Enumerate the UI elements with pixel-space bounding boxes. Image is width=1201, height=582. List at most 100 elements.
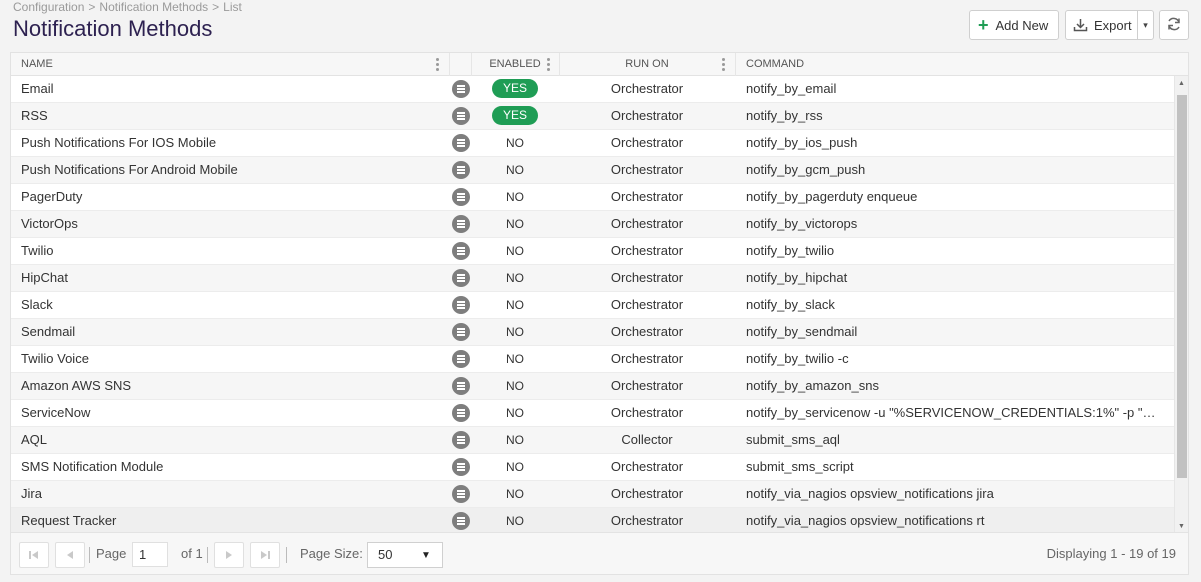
table-row[interactable]: ServiceNow NO Orchestrator notify_by_servic… [11,400,1174,427]
row-name[interactable]: PagerDuty [21,184,441,210]
column-header-command[interactable]: COMMAND [746,53,804,76]
hamburger-menu-icon [452,80,470,98]
column-header-enabled[interactable]: ENABLED [471,53,559,76]
table-row[interactable]: Push Notifications For IOS Mobile NO Orche… [11,130,1174,157]
row-enabled: NO [471,481,559,507]
export-button[interactable]: Export ▾ [1065,10,1154,40]
page-count-label: of 1 [181,546,203,561]
next-page-button[interactable] [214,542,244,568]
row-run-on: Orchestrator [610,243,684,258]
breadcrumb-item-notification-methods[interactable]: Notification Methods [99,0,208,14]
row-menu-button[interactable] [450,242,472,260]
page-size-label: Page Size: [300,546,363,561]
row-run-on: Orchestrator [610,513,684,528]
table-row[interactable]: PagerDuty NO Orchestrator notify_by_pagerdu… [11,184,1174,211]
column-header-name[interactable]: NAME [21,53,53,76]
row-name[interactable]: Push Notifications For Android Mobile [21,157,441,183]
row-name[interactable]: Twilio Voice [21,346,441,372]
row-menu-button[interactable] [450,377,472,395]
hamburger-menu-icon [452,134,470,152]
row-name[interactable]: Email [21,76,441,102]
table-row[interactable]: Email YES Orchestrator notify_by_email [11,76,1174,103]
row-command: notify_by_slack [746,297,835,312]
row-menu-button[interactable] [450,80,472,98]
table-row[interactable]: HipChat NO Orchestrator notify_by_hipchat [11,265,1174,292]
row-menu-button[interactable] [450,323,472,341]
caret-down-icon[interactable]: ▼ [410,543,442,567]
row-menu-button[interactable] [450,161,472,179]
row-run-on: Orchestrator [610,135,684,150]
column-header-run-on[interactable]: RUN ON [559,53,735,76]
vertical-scrollbar[interactable]: ▲ ▼ [1174,76,1188,532]
breadcrumb-separator: > [212,0,220,14]
row-name[interactable]: SMS Notification Module [21,454,441,480]
scrollbar-thumb[interactable] [1177,95,1187,478]
row-name[interactable]: RSS [21,103,441,129]
enabled-value: NO [506,514,524,528]
enabled-value: NO [506,460,524,474]
page-size-select[interactable]: 50 ▼ [367,542,443,568]
table-row[interactable]: Sendmail NO Orchestrator notify_by_sendmail [11,319,1174,346]
column-menu-icon[interactable] [547,58,550,71]
row-name[interactable]: VictorOps [21,211,441,237]
row-run-on: Orchestrator [610,378,684,393]
row-name[interactable]: ServiceNow [21,400,441,426]
row-run-on: Collector [621,432,673,447]
row-enabled: NO [471,265,559,291]
table-row[interactable]: Request Tracker NO Orchestrator notify_via_… [11,508,1174,535]
table-row[interactable]: Push Notifications For Android Mobile NO O… [11,157,1174,184]
row-menu-button[interactable] [450,350,472,368]
row-name[interactable]: Slack [21,292,441,318]
row-menu-button[interactable] [450,215,472,233]
row-menu-button[interactable] [450,458,472,476]
row-enabled: NO [471,373,559,399]
breadcrumb-item-configuration[interactable]: Configuration [13,0,84,14]
table-row[interactable]: Twilio NO Orchestrator notify_by_twilio [11,238,1174,265]
enabled-badge: YES [491,106,538,126]
row-name[interactable]: Sendmail [21,319,441,345]
row-name[interactable]: Request Tracker [21,508,441,534]
row-command: notify_by_amazon_sns [746,378,879,393]
column-menu-icon[interactable] [436,58,439,71]
table-row[interactable]: Twilio Voice NO Orchestrator notify_by_twil… [11,346,1174,373]
row-menu-button[interactable] [450,188,472,206]
row-menu-button[interactable] [450,431,472,449]
table-row[interactable]: Amazon AWS SNS NO Orchestrator notify_by_am… [11,373,1174,400]
scroll-up-icon[interactable]: ▲ [1178,80,1185,87]
row-name[interactable]: AQL [21,427,441,453]
row-name[interactable]: Push Notifications For IOS Mobile [21,130,441,156]
row-menu-button[interactable] [450,404,472,422]
previous-page-button[interactable] [55,542,85,568]
table-row[interactable]: AQL NO Collector submit_sms_aql [11,427,1174,454]
row-name[interactable]: Amazon AWS SNS [21,373,441,399]
row-name[interactable]: Twilio [21,238,441,264]
column-menu-icon[interactable] [722,58,725,71]
row-menu-button[interactable] [450,296,472,314]
refresh-button[interactable] [1159,10,1189,40]
row-command: notify_by_ios_push [746,135,858,150]
row-menu-button[interactable] [450,269,472,287]
page-number-input[interactable] [132,542,168,567]
export-dropdown-toggle[interactable]: ▾ [1137,11,1153,39]
row-menu-button[interactable] [450,512,472,530]
table-row[interactable]: RSS YES Orchestrator notify_by_rss [11,103,1174,130]
row-name[interactable]: HipChat [21,265,441,291]
enabled-value: NO [506,379,524,393]
enabled-value: NO [506,244,524,258]
first-page-button[interactable] [19,542,49,568]
last-page-button[interactable] [250,542,280,568]
column-divider [449,53,450,76]
row-menu-button[interactable] [450,107,472,125]
table-row[interactable]: Jira NO Orchestrator notify_via_nagios opsv… [11,481,1174,508]
row-name[interactable]: Jira [21,481,441,507]
add-new-button[interactable]: + Add New [969,10,1059,40]
table-row[interactable]: VictorOps NO Orchestrator notify_by_victoro… [11,211,1174,238]
scroll-down-icon[interactable]: ▼ [1178,523,1185,530]
row-menu-button[interactable] [450,134,472,152]
refresh-icon [1166,16,1182,35]
table-row[interactable]: SMS Notification Module NO Orchestrator sub… [11,454,1174,481]
table-row[interactable]: Slack NO Orchestrator notify_by_slack [11,292,1174,319]
row-menu-button[interactable] [450,485,472,503]
enabled-value: NO [506,433,524,447]
hamburger-menu-icon [452,458,470,476]
